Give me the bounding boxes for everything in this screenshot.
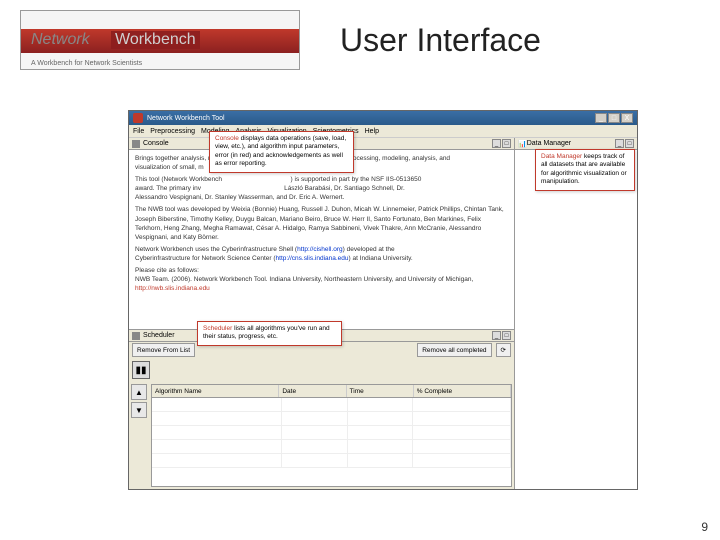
col-complete[interactable]: % Complete (414, 385, 511, 397)
data-manager-header-label: Data Manager (527, 140, 571, 147)
pause-button[interactable]: ▮▮ (132, 361, 150, 379)
scheduler-icon (132, 332, 140, 340)
table-row[interactable] (152, 398, 511, 412)
slide-number: 9 (701, 520, 708, 534)
link-cns[interactable]: http://cns.slis.indiana.edu (276, 255, 349, 262)
scheduler-callout: Scheduler lists all algorithms you've ru… (197, 321, 342, 346)
panel-min-icon[interactable]: _ (615, 139, 624, 148)
panel-min-icon[interactable]: _ (492, 139, 501, 148)
logo-subtitle: A Workbench for Network Scientists (31, 60, 142, 67)
close-button[interactable]: X (621, 113, 633, 123)
console-icon (132, 140, 140, 148)
logo: Network Workbench A Workbench for Networ… (20, 10, 300, 70)
table-row[interactable] (152, 454, 511, 468)
table-row[interactable] (152, 440, 511, 454)
move-down-button[interactable]: ▼ (131, 402, 147, 418)
data-manager-icon: 📊 (518, 140, 527, 148)
app-icon (133, 113, 143, 123)
app-window: Network Workbench Tool _ □ X File Prepro… (128, 110, 638, 490)
logo-text-1: Network (31, 31, 90, 49)
data-manager-content (515, 150, 637, 489)
menu-help[interactable]: Help (365, 128, 379, 135)
menu-preprocessing[interactable]: Preprocessing (150, 128, 195, 135)
scheduler-table: Algorithm Name Date Time % Complete (151, 384, 512, 487)
window-title: Network Workbench Tool (147, 115, 225, 122)
data-manager-callout: Data Manager keeps track of all datasets… (535, 149, 635, 191)
panel-max-icon[interactable]: □ (502, 139, 511, 148)
remove-from-list-button[interactable]: Remove From List (132, 343, 195, 357)
slide-title: User Interface (340, 22, 541, 59)
console-callout: Console displays data operations (save, … (209, 131, 354, 173)
titlebar: Network Workbench Tool _ □ X (129, 111, 637, 125)
minimize-button[interactable]: _ (595, 113, 607, 123)
remove-completed-button[interactable]: Remove all completed (417, 343, 491, 357)
callout-title: Scheduler (203, 325, 232, 332)
menu-file[interactable]: File (133, 128, 144, 135)
scheduler-header-label: Scheduler (143, 332, 175, 339)
move-up-button[interactable]: ▲ (131, 384, 147, 400)
panel-min-icon[interactable]: _ (492, 331, 501, 340)
panel-max-icon[interactable]: □ (625, 139, 634, 148)
col-algorithm[interactable]: Algorithm Name (152, 385, 279, 397)
console-pane: Brings together analysis, modeling, and … (129, 150, 514, 330)
col-time[interactable]: Time (347, 385, 414, 397)
refresh-icon[interactable]: ⟳ (496, 343, 511, 357)
table-row[interactable] (152, 412, 511, 426)
table-row[interactable] (152, 426, 511, 440)
link-cishell[interactable]: http://cishell.org (297, 246, 343, 253)
panel-max-icon[interactable]: □ (502, 331, 511, 340)
logo-text-2: Workbench (111, 31, 200, 49)
maximize-button[interactable]: □ (608, 113, 620, 123)
callout-title: Console (215, 135, 239, 142)
scheduler-pane: Remove From List Remove all completed ⟳ … (129, 342, 514, 489)
link-nwb[interactable]: http://nwb.slis.indiana.edu (135, 285, 210, 292)
console-header-label: Console (143, 140, 169, 147)
col-date[interactable]: Date (279, 385, 346, 397)
menubar: File Preprocessing Modeling Analysis Vis… (129, 125, 637, 138)
callout-title: Data Manager (541, 153, 582, 160)
